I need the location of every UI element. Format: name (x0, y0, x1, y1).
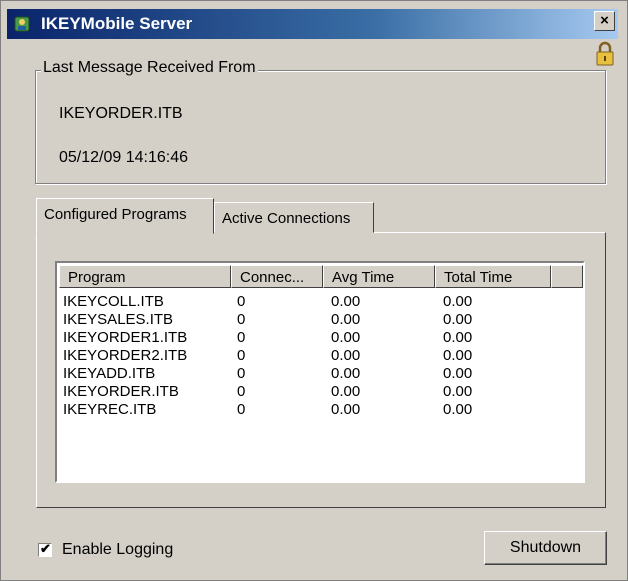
cell-program: IKEYORDER2.ITB (63, 347, 188, 364)
column-header-total-time[interactable]: Total Time (435, 265, 551, 288)
cell-total-time: 0.00 (443, 293, 473, 310)
window-title: IKEYMobile Server (41, 14, 193, 33)
cell-avg-time: 0.00 (331, 311, 361, 328)
cell-total-time: 0.00 (443, 383, 473, 400)
checkmark-icon: ✔ (40, 541, 51, 556)
cell-avg-time: 0.00 (331, 293, 361, 310)
cell-program: IKEYORDER1.ITB (63, 329, 188, 346)
cell-connections: 0 (237, 365, 246, 382)
close-button[interactable]: × (594, 11, 615, 31)
tab-configured-programs-label: Configured Programs (44, 206, 187, 223)
tab-configured-programs[interactable]: Configured Programs (36, 198, 214, 234)
cell-program: IKEYADD.ITB (63, 365, 156, 382)
column-header-connections[interactable]: Connec... (231, 265, 323, 288)
cell-connections: 0 (237, 311, 246, 328)
cell-avg-time: 0.00 (331, 329, 361, 346)
tab-active-connections[interactable]: Active Connections (214, 202, 374, 233)
cell-total-time: 0.00 (443, 401, 473, 418)
app-window: IKEYMobile Server × Last Message Receive… (0, 0, 628, 581)
cell-connections: 0 (237, 329, 246, 346)
cell-connections: 0 (237, 293, 246, 310)
enable-logging-label[interactable]: Enable Logging (62, 541, 173, 559)
tab-active-connections-label: Active Connections (222, 210, 351, 227)
cell-avg-time: 0.00 (331, 365, 361, 382)
cell-connections: 0 (237, 383, 246, 400)
cell-total-time: 0.00 (443, 329, 473, 346)
column-label: Avg Time (332, 269, 395, 286)
cell-total-time: 0.00 (443, 365, 473, 382)
cell-program: IKEYORDER.ITB (63, 383, 179, 400)
cell-program: IKEYREC.ITB (63, 401, 157, 418)
shutdown-button[interactable]: Shutdown (484, 531, 607, 565)
server-app-icon (14, 16, 30, 32)
cell-connections: 0 (237, 347, 246, 364)
cell-total-time: 0.00 (443, 347, 473, 364)
last-message-file: IKEYORDER.ITB (59, 105, 183, 122)
cell-avg-time: 0.00 (331, 383, 361, 400)
column-header-program[interactable]: Program (59, 265, 231, 288)
enable-logging-checkbox[interactable]: ✔ (38, 541, 52, 557)
last-message-timestamp: 05/12/09 14:16:46 (59, 149, 189, 166)
column-header-avg-time[interactable]: Avg Time (323, 265, 435, 288)
column-header-filler (551, 265, 583, 288)
cell-avg-time: 0.00 (331, 347, 361, 364)
column-label: Total Time (444, 269, 513, 286)
cell-program: IKEYSALES.ITB (63, 311, 174, 328)
title-bar[interactable]: IKEYMobile Server (7, 9, 618, 39)
programs-list[interactable]: Program Connec... Avg Time Total Time IK… (55, 261, 585, 483)
last-message-legend: Last Message Received From (41, 59, 258, 77)
column-label: Connec... (240, 269, 305, 286)
column-label: Program (68, 269, 126, 286)
cell-connections: 0 (237, 401, 246, 418)
cell-avg-time: 0.00 (331, 401, 361, 418)
cell-total-time: 0.00 (443, 311, 473, 328)
cell-program: IKEYCOLL.ITB (63, 293, 164, 310)
lock-icon[interactable] (594, 41, 616, 67)
